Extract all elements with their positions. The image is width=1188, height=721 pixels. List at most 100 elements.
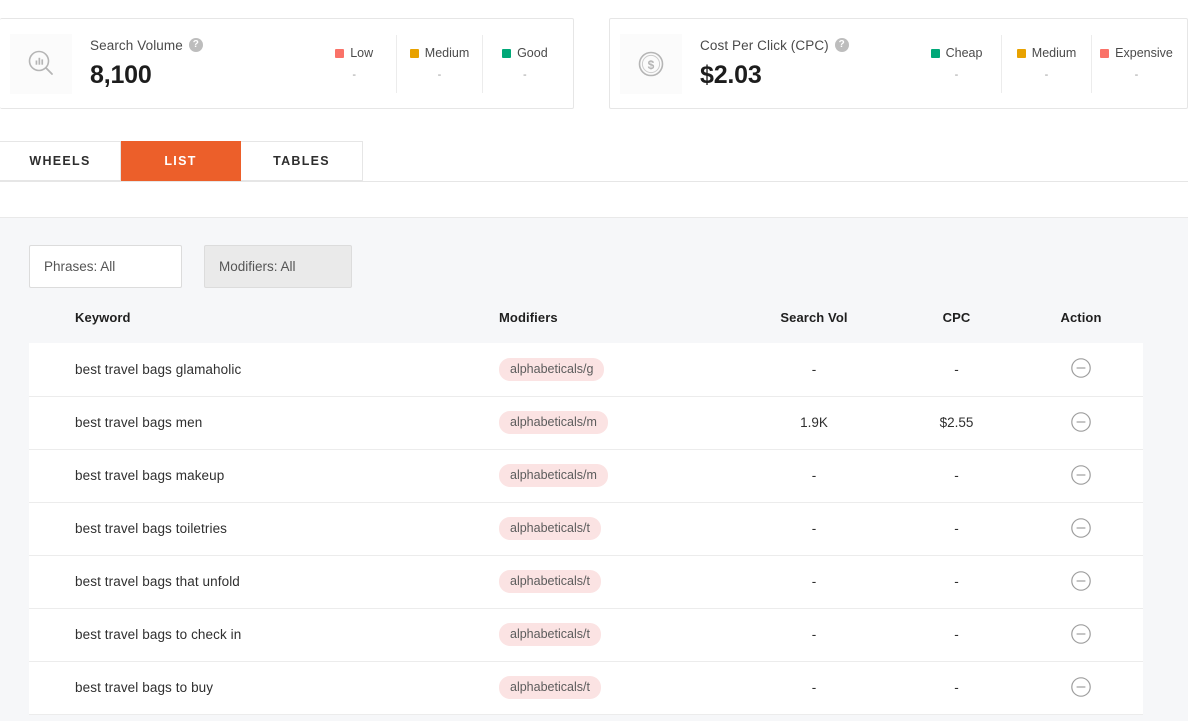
legend-head: Expensive (1100, 46, 1173, 60)
legend-value-medium: - (437, 69, 442, 81)
column-header-keyword[interactable]: Keyword (29, 310, 499, 343)
svg-text:$: $ (648, 58, 655, 72)
legend-label-low: Low (350, 46, 374, 60)
filter-modifiers[interactable]: Modifiers: All (204, 245, 352, 288)
metric-main-search-volume: Search Volume ? 8,100 (72, 38, 312, 90)
modifier-pill: alphabeticals/t (499, 517, 601, 540)
cell-cpc: - (894, 555, 1019, 609)
cell-search-vol: 1.9K (734, 396, 894, 450)
table-row[interactable]: best travel bags to buy alphabeticals/t … (29, 661, 1143, 715)
cell-action (1019, 555, 1143, 609)
legend-head: Low (335, 46, 373, 60)
cell-modifier: alphabeticals/t (499, 661, 734, 715)
legend-swatch-low (335, 48, 345, 58)
cell-search-vol: - (734, 555, 894, 609)
column-header-cpc[interactable]: CPC (894, 310, 1019, 343)
metric-main-cpc: Cost Per Click (CPC) ? $2.03 (682, 38, 912, 90)
keywords-table-head: Keyword Modifiers Search Vol CPC Action (29, 310, 1143, 343)
metric-card-search-volume: Search Volume ? 8,100 Low - Medium - Goo… (0, 18, 575, 109)
modifier-pill: alphabeticals/t (499, 623, 601, 646)
cell-keyword: best travel bags to buy (29, 661, 499, 715)
legend-swatch-expensive (1100, 48, 1110, 58)
legend-swatch-medium (1016, 48, 1026, 58)
legend-label-medium: Medium (424, 46, 470, 60)
metric-label-text: Cost Per Click (CPC) (700, 37, 829, 53)
cell-action (1019, 396, 1143, 450)
remove-circle-icon[interactable] (1069, 675, 1093, 699)
cell-cpc: $2.55 (894, 396, 1019, 450)
metrics-strip: Search Volume ? 8,100 Low - Medium - Goo… (0, 18, 1188, 109)
metric-value-search-volume: 8,100 (90, 60, 152, 89)
modifier-pill: alphabeticals/g (499, 358, 605, 381)
modifier-pill: alphabeticals/m (499, 464, 608, 487)
cell-modifier: alphabeticals/g (499, 343, 734, 397)
tab-list[interactable]: LIST (121, 141, 241, 181)
tab-wheels[interactable]: WHEELS (0, 141, 121, 181)
remove-circle-icon[interactable] (1069, 569, 1093, 593)
table-row[interactable]: best travel bags to check in alphabetica… (29, 608, 1143, 662)
table-row[interactable]: best travel bags makeup alphabeticals/m … (29, 449, 1143, 503)
help-icon[interactable]: ? (188, 38, 203, 52)
filters-row: Phrases: All Modifiers: All (29, 245, 352, 288)
cell-keyword: best travel bags makeup (29, 449, 499, 503)
legend-head: Medium (1016, 46, 1077, 60)
legend-value-medium: - (1044, 69, 1049, 81)
cell-modifier: alphabeticals/t (499, 502, 734, 556)
keywords-table: Keyword Modifiers Search Vol CPC Action … (29, 310, 1143, 715)
metric-value-cpc: $2.03 (700, 60, 762, 89)
table-row[interactable]: best travel bags men alphabeticals/m 1.9… (29, 396, 1143, 450)
keywords-table-wrapper: Keyword Modifiers Search Vol CPC Action … (29, 310, 1143, 715)
tab-underline-strip (0, 182, 1188, 218)
legend-label-cheap: Cheap (945, 46, 983, 60)
table-row[interactable]: best travel bags toiletries alphabetical… (29, 502, 1143, 556)
table-row[interactable]: best travel bags that unfold alphabetica… (29, 555, 1143, 609)
cell-search-vol: - (734, 608, 894, 662)
legend-head: Good (502, 46, 548, 60)
remove-circle-icon[interactable] (1069, 622, 1093, 646)
cell-modifier: alphabeticals/m (499, 449, 734, 503)
column-header-search-vol[interactable]: Search Vol (734, 310, 894, 343)
modifier-pill: alphabeticals/t (499, 570, 601, 593)
remove-circle-icon[interactable] (1069, 463, 1093, 487)
cell-keyword: best travel bags toiletries (29, 502, 499, 556)
cell-cpc: - (894, 608, 1019, 662)
legend-label-good: Good (517, 46, 548, 60)
help-icon[interactable]: ? (834, 38, 849, 52)
dollar-coin-icon: $ (620, 33, 683, 94)
cell-modifier: alphabeticals/m (499, 396, 734, 450)
legend-swatch-medium (409, 48, 419, 58)
cell-action (1019, 343, 1143, 397)
legend-value-low: - (352, 69, 356, 81)
cell-cpc: - (894, 449, 1019, 503)
remove-circle-icon[interactable] (1069, 516, 1093, 540)
legend-group-search-volume: Low - Medium - Good - (312, 34, 567, 93)
legend-item-expensive: Expensive - (1091, 34, 1181, 93)
metric-label-text: Search Volume (90, 37, 183, 53)
cell-keyword: best travel bags glamaholic (29, 343, 499, 397)
legend-label-medium: Medium (1031, 46, 1077, 60)
cell-modifier: alphabeticals/t (499, 555, 734, 609)
cell-action (1019, 608, 1143, 662)
column-header-modifiers[interactable]: Modifiers (499, 310, 734, 343)
tab-tables[interactable]: TABLES (241, 141, 363, 181)
cell-search-vol: - (734, 502, 894, 556)
modifier-pill: alphabeticals/t (499, 676, 601, 699)
metric-label-row: Cost Per Click (CPC) ? (700, 38, 912, 53)
legend-item-low: Low - (312, 35, 396, 93)
cell-action (1019, 449, 1143, 503)
cell-action (1019, 661, 1143, 715)
filter-phrases[interactable]: Phrases: All (29, 245, 182, 288)
table-row[interactable]: best travel bags glamaholic alphabetical… (29, 343, 1143, 397)
legend-item-good: Good - (481, 34, 567, 93)
legend-group-cpc: Cheap - Medium - Expensive - (912, 34, 1181, 93)
legend-value-cheap: - (954, 69, 959, 81)
list-view-content: Phrases: All Modifiers: All Keyword Modi… (0, 218, 1188, 721)
modifier-pill: alphabeticals/m (499, 411, 608, 434)
cell-action (1019, 502, 1143, 556)
remove-circle-icon[interactable] (1069, 410, 1093, 434)
cell-keyword: best travel bags to check in (29, 608, 499, 662)
metric-label-row: Search Volume ? (90, 38, 312, 53)
cell-search-vol: - (734, 661, 894, 715)
cell-cpc: - (894, 343, 1019, 397)
remove-circle-icon[interactable] (1069, 356, 1093, 380)
